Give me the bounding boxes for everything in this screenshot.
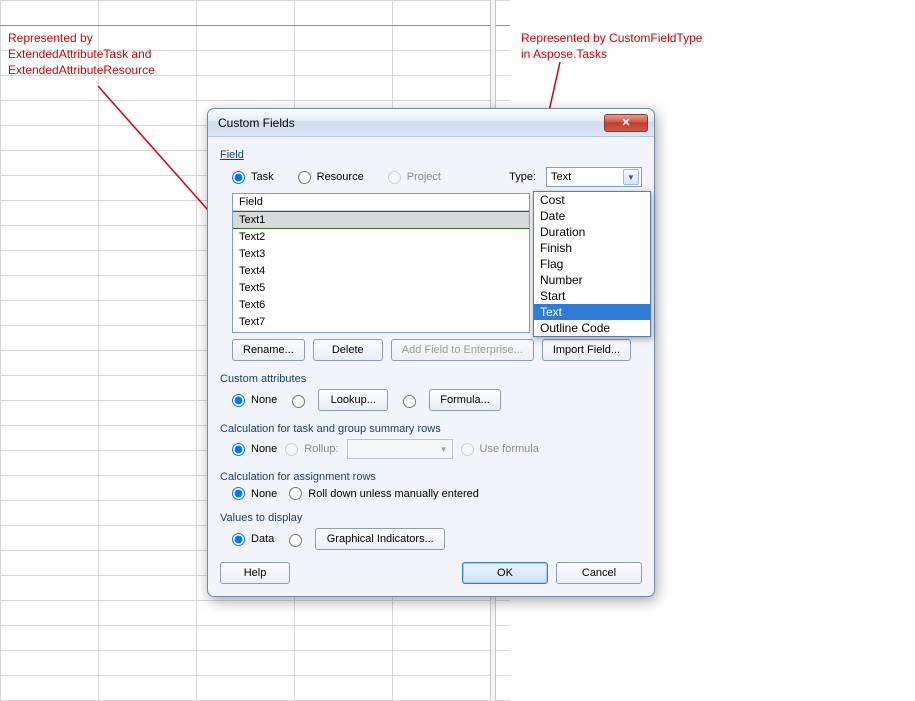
values-label: Values to display <box>220 512 642 524</box>
type-option[interactable]: Text <box>534 304 650 320</box>
type-label: Type: <box>509 171 536 183</box>
field-list-header: Field <box>233 194 529 211</box>
rollup-select: ▼ <box>347 439 453 459</box>
radio-none-assign[interactable]: None <box>232 487 277 500</box>
field-section-label: Field <box>220 149 642 161</box>
field-item[interactable]: Text7 <box>233 314 529 331</box>
delete-button[interactable]: Delete <box>313 339 383 361</box>
rename-button[interactable]: Rename... <box>232 339 305 361</box>
none-label2: None <box>251 443 277 455</box>
type-option[interactable]: Flag <box>534 256 650 272</box>
ok-button[interactable]: OK <box>462 562 548 584</box>
annotation-left: Represented by ExtendedAttributeTask and… <box>8 30 155 79</box>
type-option[interactable]: Number <box>534 272 650 288</box>
radio-task-label: Task <box>251 171 274 183</box>
none-label: None <box>251 394 277 406</box>
radio-lookup[interactable] <box>292 395 305 408</box>
titlebar[interactable]: Custom Fields ✕ <box>208 109 654 137</box>
type-combobox[interactable]: Text ▼ <box>546 167 642 187</box>
type-option[interactable]: Start <box>534 288 650 304</box>
chevron-down-icon: ▼ <box>440 445 448 454</box>
radio-use-formula: Use formula <box>461 443 539 456</box>
radio-rollup: Rollup: <box>285 443 338 456</box>
radio-task[interactable]: Task <box>232 171 274 184</box>
close-icon: ✕ <box>621 116 630 129</box>
type-option[interactable]: Date <box>534 208 650 224</box>
radio-none-attr[interactable]: None <box>232 394 277 407</box>
radio-graphical[interactable] <box>289 534 302 547</box>
calc-rows-label: Calculation for task and group summary r… <box>220 423 642 435</box>
add-enterprise-button: Add Field to Enterprise... <box>391 339 534 361</box>
type-dropdown-list[interactable]: Cost Date Duration Finish Flag Number St… <box>533 191 651 337</box>
use-formula-label: Use formula <box>480 443 539 455</box>
field-item[interactable]: Text1 <box>233 211 529 229</box>
type-value: Text <box>551 171 571 183</box>
type-option[interactable]: Cost <box>534 192 650 208</box>
radio-data[interactable]: Data <box>232 533 274 546</box>
radio-rolldown[interactable]: Roll down unless manually entered <box>289 487 479 500</box>
formula-button[interactable]: Formula... <box>429 389 501 411</box>
rollup-label: Rollup: <box>304 443 338 455</box>
field-list[interactable]: Field Text1 Text2 Text3 Text4 Text5 Text… <box>232 193 530 333</box>
custom-attributes-label: Custom attributes <box>220 373 642 385</box>
radio-project-label: Project <box>407 171 441 183</box>
field-item[interactable]: Text3 <box>233 246 529 263</box>
custom-fields-dialog: Custom Fields ✕ Field Task Resource Proj… <box>207 108 655 597</box>
type-option[interactable]: Outline Code <box>534 320 650 336</box>
radio-project: Project <box>388 171 441 184</box>
type-option[interactable]: Finish <box>534 240 650 256</box>
radio-formula[interactable] <box>403 395 416 408</box>
annotation-right: Represented by CustomFieldType in Aspose… <box>521 30 702 62</box>
cancel-button[interactable]: Cancel <box>556 562 642 584</box>
field-item[interactable]: Text2 <box>233 229 529 246</box>
graphical-indicators-button[interactable]: Graphical Indicators... <box>315 528 445 550</box>
dialog-title: Custom Fields <box>218 116 604 130</box>
rolldown-label: Roll down unless manually entered <box>308 488 479 500</box>
radio-none-calc[interactable]: None <box>232 443 277 456</box>
field-item[interactable]: Text5 <box>233 280 529 297</box>
radio-resource[interactable]: Resource <box>298 171 364 184</box>
data-label: Data <box>251 533 274 545</box>
close-button[interactable]: ✕ <box>604 114 648 132</box>
type-option[interactable]: Duration <box>534 224 650 240</box>
chevron-down-icon: ▼ <box>623 169 639 185</box>
field-item[interactable]: Text6 <box>233 297 529 314</box>
none-label3: None <box>251 488 277 500</box>
help-button[interactable]: Help <box>220 562 290 584</box>
calc-assign-label: Calculation for assignment rows <box>220 471 642 483</box>
field-item[interactable]: Text4 <box>233 263 529 280</box>
lookup-button[interactable]: Lookup... <box>318 389 388 411</box>
import-field-button[interactable]: Import Field... <box>542 339 631 361</box>
radio-resource-label: Resource <box>317 171 364 183</box>
